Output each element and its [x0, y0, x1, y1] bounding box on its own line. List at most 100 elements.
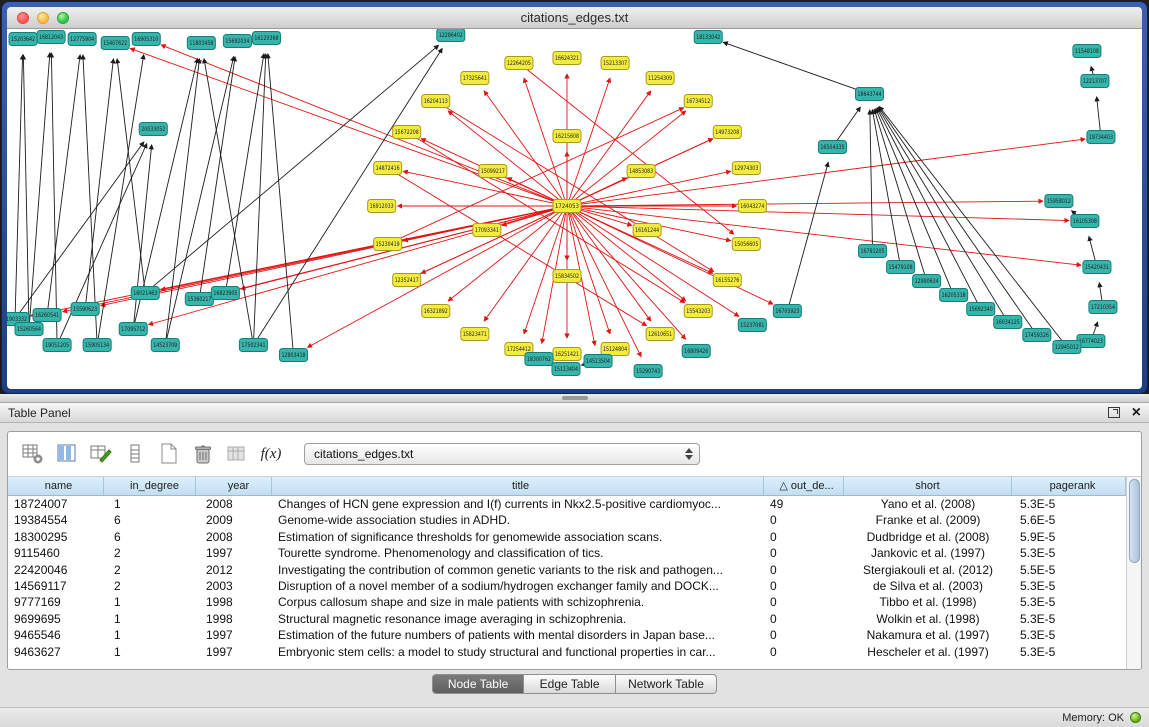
graph-node[interactable]: 15407622	[101, 37, 129, 50]
graph-node[interactable]: 17210354	[1089, 301, 1117, 314]
graph-node[interactable]: 16205318	[940, 289, 968, 302]
graph-node[interactable]: 15056605	[732, 238, 760, 251]
graph-node[interactable]: 15672208	[393, 126, 421, 139]
table-row[interactable]: 969969511998Structural magnetic resonanc…	[8, 611, 1126, 627]
graph-node[interactable]: 15905134	[83, 339, 111, 352]
graph-node[interactable]: 12286402	[437, 29, 465, 42]
graph-node[interactable]: 15823471	[461, 328, 489, 341]
column-header-2[interactable]: year	[196, 477, 272, 495]
table-row[interactable]: 911546021997Tourette syndrome. Phenomeno…	[8, 545, 1126, 561]
graph-node[interactable]: 12974303	[732, 162, 760, 175]
graph-node[interactable]: 17095712	[119, 323, 147, 336]
zoom-window-button[interactable]	[57, 12, 69, 24]
graph-node[interactable]: 16120368	[252, 32, 280, 45]
table-row[interactable]: 1456911722003Disruption of a novel membe…	[8, 578, 1126, 594]
graph-node[interactable]: 18133042	[694, 31, 722, 44]
graph-node[interactable]: 15099217	[479, 165, 507, 178]
graph-node[interactable]: 12264205	[505, 57, 533, 70]
graph-node[interactable]: 15834502	[553, 270, 581, 283]
graph-node[interactable]: 16021463	[131, 287, 159, 300]
table-row[interactable]: 1830029562008Estimation of significance …	[8, 529, 1126, 545]
graph-node[interactable]: 16504335	[818, 141, 846, 154]
graph-node[interactable]: 19734403	[1087, 131, 1115, 144]
graph-node[interactable]: 14872416	[374, 162, 402, 175]
table-row[interactable]: 2242004622012Investigating the contribut…	[8, 562, 1126, 578]
graph-node[interactable]: 19051205	[43, 339, 71, 352]
tab-node-table[interactable]: Node Table	[432, 674, 524, 694]
column-header-3[interactable]: title	[272, 477, 764, 495]
graph-node[interactable]: 15213307	[601, 57, 629, 70]
graph-node[interactable]: 11803458	[187, 37, 215, 50]
graph-node[interactable]: 18643744	[855, 88, 883, 101]
graph-node[interactable]: 14523709	[151, 339, 179, 352]
table-select-dropdown[interactable]: citations_edges.txt	[304, 443, 700, 465]
graph-node[interactable]: 15260564	[15, 323, 43, 336]
graph-node[interactable]: 1724053	[553, 200, 581, 213]
graph-node[interactable]: 15360217	[185, 293, 213, 306]
row-options-button[interactable]	[120, 440, 150, 468]
graph-node[interactable]: 15237081	[738, 319, 766, 332]
graph-node[interactable]: 16321892	[422, 305, 450, 318]
column-header-6[interactable]: pagerank	[1012, 477, 1126, 495]
graph-node[interactable]: 15290743	[634, 365, 662, 378]
graph-node[interactable]: 15692034	[223, 35, 251, 48]
graph-node[interactable]: 12213707	[1081, 75, 1109, 88]
graph-node[interactable]: 16155276	[713, 274, 741, 287]
graph-node[interactable]: 12775904	[68, 33, 96, 46]
panel-splitter[interactable]	[0, 394, 1149, 403]
graph-node[interactable]: 16624321	[553, 52, 581, 65]
new-table-button[interactable]	[154, 440, 184, 468]
table-row[interactable]: 946362711997Embryonic stem cells: a mode…	[8, 644, 1126, 660]
graph-node[interactable]: 15420431	[1083, 261, 1111, 274]
network-canvas[interactable]: 1724053 16043274 15056605 16155276 15543203 1…	[7, 29, 1142, 389]
close-window-button[interactable]	[17, 12, 29, 24]
graph-node[interactable]: 16105308	[1071, 215, 1099, 228]
graph-node[interactable]: 14973208	[713, 126, 741, 139]
graph-node[interactable]: 14513504	[584, 355, 612, 368]
graph-node[interactable]: 16043274	[738, 200, 766, 213]
graph-node[interactable]: 16034125	[994, 316, 1022, 329]
column-header-0[interactable]: name	[8, 477, 104, 495]
graph-node[interactable]: 16823905	[211, 287, 239, 300]
graph-node[interactable]: 17093341	[473, 224, 501, 237]
graph-node[interactable]: 14853083	[627, 165, 655, 178]
graph-node[interactable]: 20033052	[139, 123, 167, 136]
close-panel-icon[interactable]: ×	[1132, 406, 1141, 420]
table-mode-button[interactable]	[18, 440, 48, 468]
graph-node[interactable]: 11548108	[1073, 45, 1101, 58]
graph-node[interactable]: 15124804	[601, 343, 629, 356]
graph-node[interactable]: 15958012	[1045, 195, 1073, 208]
import-table-button[interactable]	[222, 440, 252, 468]
graph-node[interactable]: 15203642	[9, 33, 37, 46]
graph-node[interactable]: 15230419	[374, 238, 402, 251]
tab-network-table[interactable]: Network Table	[616, 674, 717, 694]
graph-node[interactable]: 16260541	[33, 309, 61, 322]
graph-node[interactable]: 15113404	[552, 363, 580, 376]
graph-node[interactable]: 16812043	[37, 31, 65, 44]
table-row[interactable]: 1872400712008Changes of HCN gene express…	[8, 496, 1126, 512]
table-row[interactable]: 1938455462009Genome-wide association stu…	[8, 512, 1126, 528]
scrollbar-thumb[interactable]	[1129, 479, 1140, 563]
graph-node[interactable]: 12990634	[913, 275, 941, 288]
graph-node[interactable]: 15692340	[967, 303, 995, 316]
graph-node[interactable]: 16161244	[633, 224, 661, 237]
graph-node[interactable]: 16809426	[682, 345, 710, 358]
graph-node[interactable]: 17325641	[461, 72, 489, 85]
function-builder-button[interactable]: f(x)	[256, 440, 286, 468]
tab-edge-table[interactable]: Edge Table	[524, 674, 616, 694]
graph-node[interactable]: 15479108	[887, 261, 915, 274]
graph-node[interactable]: 12352417	[393, 274, 421, 287]
vertical-scrollbar[interactable]	[1126, 477, 1141, 669]
graph-node[interactable]: 16912033	[368, 200, 396, 213]
graph-node[interactable]: 16204113	[422, 95, 450, 108]
graph-node[interactable]: 12610651	[646, 328, 674, 341]
table-row[interactable]: 946554611997Estimation of the future num…	[8, 627, 1126, 643]
window-titlebar[interactable]: citations_edges.txt	[7, 7, 1142, 29]
graph-node[interactable]: 15590623	[71, 303, 99, 316]
graph-node[interactable]: 16251421	[553, 348, 581, 361]
graph-node[interactable]: 15543203	[684, 305, 712, 318]
graph-node[interactable]: 16734512	[684, 95, 712, 108]
graph-node[interactable]: 17502341	[239, 339, 267, 352]
show-columns-button[interactable]	[52, 440, 82, 468]
graph-node[interactable]: 16905310	[132, 33, 160, 46]
